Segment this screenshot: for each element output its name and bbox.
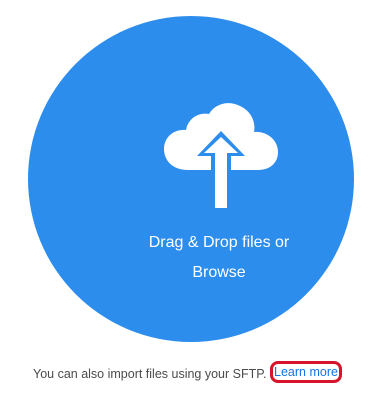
upload-panel: Drag & Drop files or Browse You can also… <box>0 0 382 394</box>
drop-zone[interactable]: Drag & Drop files or Browse <box>28 16 354 342</box>
browse-text[interactable]: Browse <box>56 258 382 288</box>
sftp-info-text: You can also import files using your SFT… <box>33 367 267 381</box>
sftp-info: You can also import files using your SFT… <box>0 361 382 386</box>
drop-text-line1: Drag & Drop files or <box>148 234 290 251</box>
drop-instructions: Drag & Drop files or Browse <box>56 228 382 288</box>
learn-more-link[interactable]: Learn more <box>270 361 342 383</box>
cloud-upload-icon <box>164 103 278 210</box>
